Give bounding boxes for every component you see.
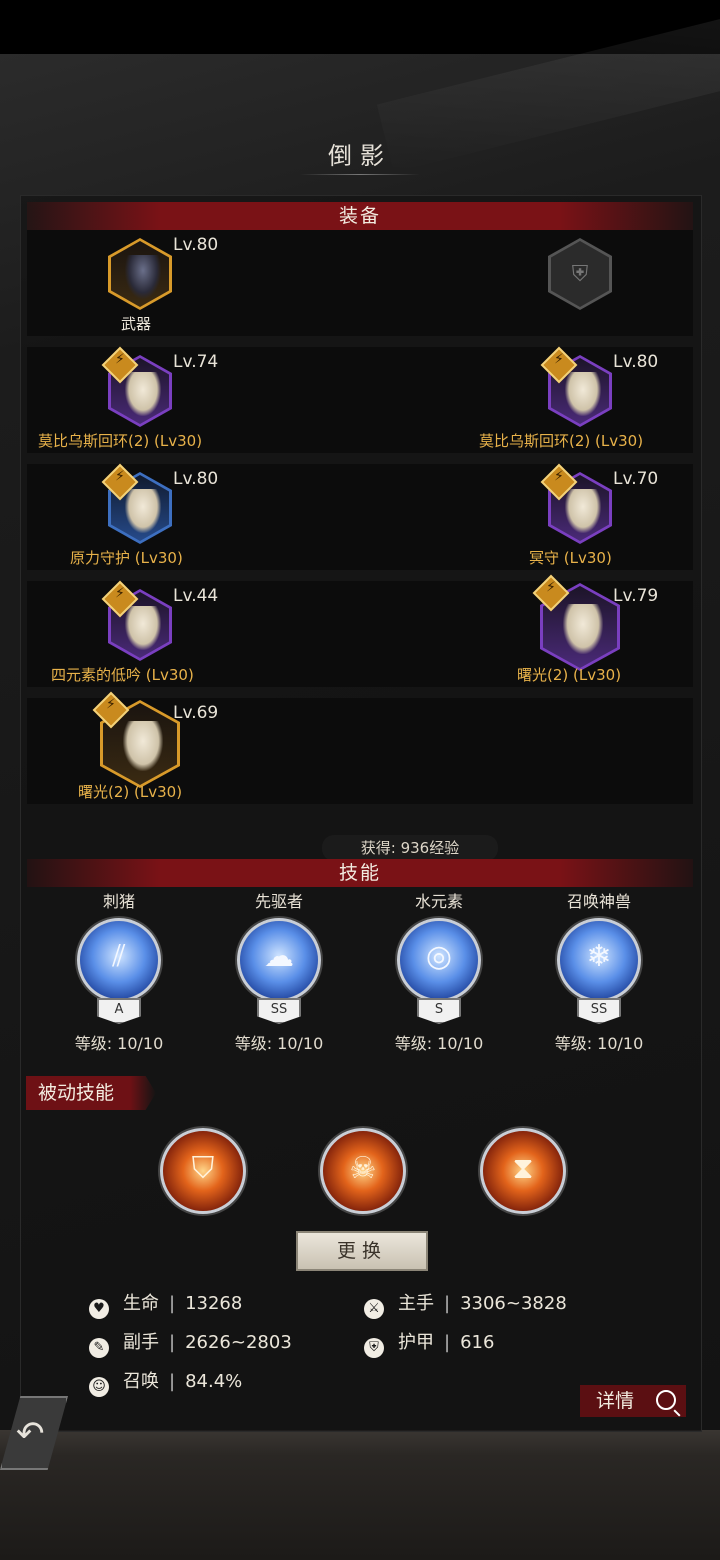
skill-rank: A	[97, 998, 141, 1024]
stat-value: 616	[460, 1332, 495, 1353]
skill-name: 召唤神兽	[566, 892, 631, 911]
stat-label: 召唤	[123, 1371, 159, 1392]
summon-beast-icon: ❄	[557, 918, 641, 1002]
page-title: 倒影	[328, 142, 392, 170]
water-elemental-icon: ◎	[397, 918, 481, 1002]
chest-armor-icon	[565, 372, 601, 416]
stat-label: 生命	[123, 1293, 159, 1314]
skill-name: 先驱者	[254, 892, 303, 911]
exp-gain: 获得: 936经验	[322, 835, 498, 861]
equip-name: 曙光(2) (Lv30)	[517, 666, 622, 684]
title-divider	[300, 174, 420, 175]
skill-level: 等级: 10/10	[234, 1034, 324, 1053]
stat-label: 主手	[398, 1293, 434, 1314]
skill-rank: S	[417, 998, 461, 1024]
magnifier-icon	[656, 1390, 676, 1410]
boots-icon	[565, 489, 601, 533]
shield-icon: ⛨	[571, 261, 589, 287]
sword-icon: ⚔	[364, 1299, 384, 1319]
stat-label: 副手	[123, 1332, 159, 1353]
robe-icon	[123, 721, 163, 771]
equip-level: Lv.74	[173, 352, 219, 372]
gauntlet-icon	[125, 489, 161, 533]
summon-icon: ☺	[89, 1377, 109, 1397]
armor-piece-icon	[125, 372, 161, 416]
skill-rank: SS	[577, 998, 621, 1024]
belt-icon	[563, 604, 603, 654]
skill-name: 刺猪	[102, 892, 135, 911]
equip-level: Lv.79	[613, 586, 659, 606]
stat-value: 84.4%	[185, 1371, 243, 1392]
equip-name: 原力守护 (Lv30)	[70, 549, 183, 567]
skill-name: 水元素	[414, 892, 463, 911]
back-arrow-icon: ↶	[16, 1414, 45, 1454]
stat-off-hand: ✎ 副手 | 2626~2803	[89, 1328, 292, 1358]
change-button[interactable]: 更换	[296, 1231, 428, 1271]
equip-name: 冥守 (Lv30)	[529, 549, 612, 567]
passive-shield-icon[interactable]: ⛉	[160, 1128, 246, 1214]
heart-icon: ♥	[89, 1299, 109, 1319]
equip-level: Lv.70	[613, 469, 659, 489]
detail-label: 详情	[596, 1390, 635, 1412]
skill-rank: SS	[257, 998, 301, 1024]
stat-summon: ☺ 召唤 | 84.4%	[89, 1367, 242, 1397]
skills-header: 技能	[27, 859, 693, 887]
equip-level: Lv.80	[173, 469, 219, 489]
dagger-icon: ✎	[89, 1338, 109, 1358]
weapon-level: Lv.80	[173, 235, 219, 255]
passive-skills-header: 被动技能	[26, 1076, 156, 1110]
stat-value: 13268	[185, 1293, 243, 1314]
necklace-icon	[125, 606, 161, 650]
equip-level: Lv.80	[613, 352, 659, 372]
claw-slash-icon: ⫽	[77, 918, 161, 1002]
stat-value: 2626~2803	[185, 1332, 292, 1353]
equipment-header: 装备	[27, 202, 693, 230]
bottom-edge	[0, 1430, 720, 1560]
mushroom-cloud-icon: ☁	[237, 918, 321, 1002]
stat-label: 护甲	[398, 1332, 434, 1353]
weapon-label: 武器	[121, 315, 152, 333]
passive-hourglass-icon[interactable]: ⧗	[480, 1128, 566, 1214]
equip-name: 曙光(2) (Lv30)	[78, 783, 183, 801]
stat-main-hand: ⚔ 主手 | 3306~3828	[364, 1289, 567, 1319]
passive-claw-icon[interactable]: ☠	[320, 1128, 406, 1214]
skill-level: 等级: 10/10	[74, 1034, 164, 1053]
equip-name: 莫比乌斯回环(2) (Lv30)	[479, 432, 644, 450]
equip-level: Lv.69	[173, 703, 219, 723]
equip-level: Lv.44	[173, 586, 219, 606]
skill-level: 等级: 10/10	[394, 1034, 484, 1053]
weapon-icon	[125, 255, 161, 299]
skill-level: 等级: 10/10	[554, 1034, 644, 1053]
skill-2[interactable]: 先驱者 ☁ SS 等级: 10/10	[219, 888, 339, 1054]
skill-1[interactable]: 刺猪 ⫽ A 等级: 10/10	[59, 888, 179, 1054]
equip-name: 四元素的低吟 (Lv30)	[51, 666, 194, 684]
stat-hp: ♥ 生命 | 13268	[89, 1289, 242, 1319]
armor-icon: ⛨	[364, 1338, 384, 1358]
skill-4[interactable]: 召唤神兽 ❄ SS 等级: 10/10	[539, 888, 659, 1054]
skill-3[interactable]: 水元素 ◎ S 等级: 10/10	[379, 888, 499, 1054]
detail-button[interactable]: 详情	[580, 1385, 686, 1417]
equip-name: 莫比乌斯回环(2) (Lv30)	[38, 432, 203, 450]
stat-armor: ⛨ 护甲 | 616	[364, 1328, 494, 1358]
stat-value: 3306~3828	[460, 1293, 567, 1314]
